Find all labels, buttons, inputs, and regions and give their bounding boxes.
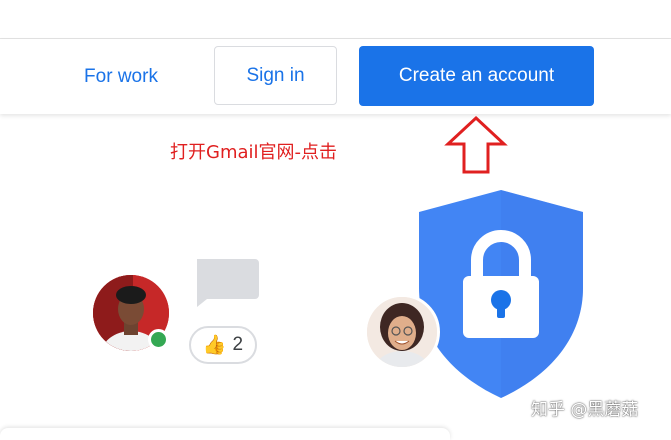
up-arrow-icon [444,115,508,174]
header-bar: For work Sign in Create an account [0,39,671,114]
reaction-count: 2 [232,334,244,355]
for-work-link[interactable]: For work [62,59,180,95]
sign-in-button[interactable]: Sign in [214,46,337,105]
avatar [364,294,440,370]
watermark-text: 知乎 @黑蘑菇 [531,400,639,420]
annotation-text: 打开Gmail官网-点击 [170,142,338,163]
reaction-chip[interactable]: 👍 2 [189,326,257,364]
bottom-card-edge [0,428,450,440]
chat-bubble-icon [197,259,259,307]
online-status-dot [148,329,169,350]
thumbs-up-icon: 👍 [202,335,227,356]
create-account-button[interactable]: Create an account [359,46,594,106]
shield-lock-icon [419,190,583,398]
